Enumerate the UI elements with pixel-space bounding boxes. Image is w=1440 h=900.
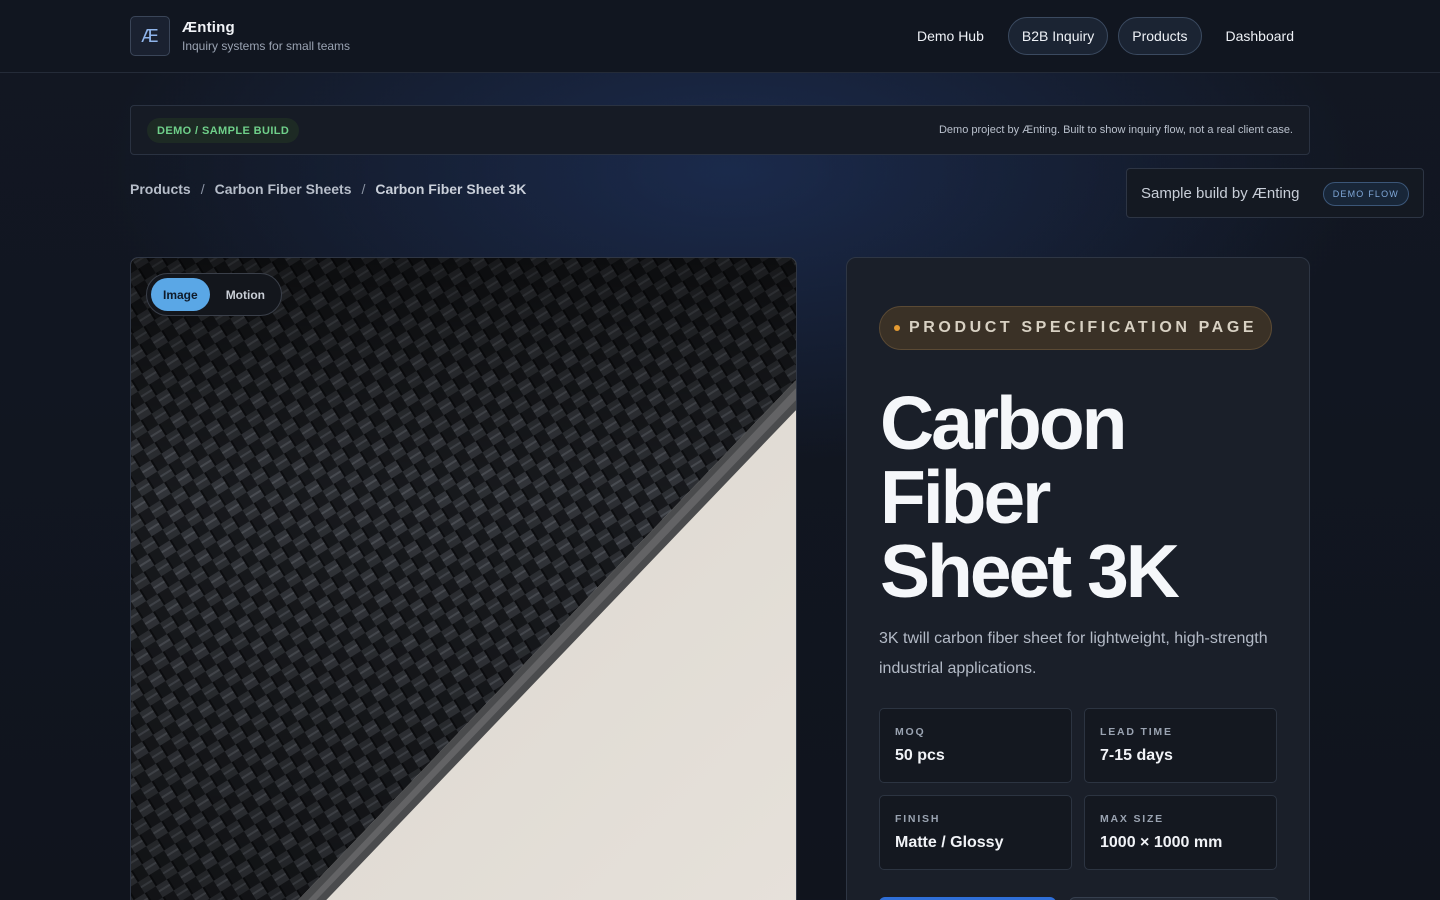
- breadcrumb: Products / Carbon Fiber Sheets / Carbon …: [130, 181, 526, 197]
- sample-build-chip: Sample build by Ænting DEMO FLOW: [1126, 168, 1424, 218]
- breadcrumb-products[interactable]: Products: [130, 181, 191, 197]
- spec-finish: FINISH Matte / Glossy: [879, 795, 1072, 870]
- product-title-line: Sheet 3K: [880, 529, 1180, 613]
- product-title-line: Carbon: [880, 381, 1128, 465]
- media-toggle: Image Motion: [146, 273, 283, 316]
- nav-dashboard[interactable]: Dashboard: [1212, 17, 1309, 55]
- product-title-line: Fiber: [880, 455, 1051, 539]
- brand-mark-icon: Æ: [130, 16, 170, 56]
- spec-value: 50 pcs: [895, 747, 945, 764]
- product-photo: [131, 258, 796, 900]
- product-description: 3K twill carbon fiber sheet for lightwei…: [879, 630, 1268, 677]
- brand-name: Ænting: [182, 19, 235, 36]
- spec-value: Matte / Glossy: [895, 834, 1004, 851]
- spec-label: FINISH: [895, 813, 941, 825]
- spec-label: MAX SIZE: [1100, 813, 1164, 825]
- breadcrumb-carbon-fiber-sheets[interactable]: Carbon Fiber Sheets: [215, 181, 352, 197]
- spec-value: 1000 × 1000 mm: [1100, 834, 1223, 851]
- sample-build-text: Sample build by Ænting: [1141, 185, 1300, 202]
- nav-demo-hub[interactable]: Demo Hub: [903, 17, 998, 55]
- toggle-motion-button[interactable]: Motion: [214, 278, 277, 311]
- demo-flow-badge: DEMO FLOW: [1322, 182, 1409, 206]
- nav-b2b-inquiry[interactable]: B2B Inquiry: [1007, 17, 1109, 55]
- breadcrumb-separator: /: [361, 181, 366, 197]
- brand-tagline: Inquiry systems for small teams: [182, 39, 351, 53]
- brand-text: Ænting Inquiry systems for small teams: [182, 19, 350, 53]
- main-nav: Demo Hub B2B Inquiry Products Dashboard: [903, 17, 1308, 55]
- eyebrow-label: PRODUCT SPECIFICATION PAGE: [909, 319, 1258, 336]
- nav-products[interactable]: Products: [1118, 17, 1202, 55]
- brand-logo-link[interactable]: Æ Ænting Inquiry systems for small teams: [130, 16, 350, 56]
- product-media: Image Motion: [130, 257, 797, 900]
- top-navigation-bar: Æ Ænting Inquiry systems for small teams…: [0, 0, 1440, 73]
- eyebrow-dot-icon: [894, 325, 900, 331]
- breadcrumb-separator: /: [200, 181, 205, 197]
- page-eyebrow: PRODUCT SPECIFICATION PAGE: [879, 306, 1273, 350]
- demo-badge: DEMO / SAMPLE BUILD: [147, 118, 300, 143]
- breadcrumb-current: Carbon Fiber Sheet 3K: [375, 181, 527, 197]
- toggle-image-button[interactable]: Image: [151, 278, 210, 311]
- product-spec-card: PRODUCT SPECIFICATION PAGE Carbon Fiber …: [846, 257, 1310, 900]
- demo-note: Demo project by Ænting. Built to show in…: [938, 124, 1293, 136]
- demo-banner: DEMO / SAMPLE BUILD Demo project by Ænti…: [130, 105, 1310, 155]
- spec-lead-time: LEAD TIME 7-15 days: [1084, 708, 1277, 783]
- product-title: Carbon Fiber Sheet 3K: [880, 381, 1300, 613]
- spec-max-size: MAX SIZE 1000 × 1000 mm: [1084, 795, 1277, 870]
- spec-value: 7-15 days: [1100, 747, 1173, 764]
- spec-label: MOQ: [895, 726, 926, 738]
- spec-label: LEAD TIME: [1100, 726, 1173, 738]
- spec-moq: MOQ 50 pcs: [879, 708, 1072, 783]
